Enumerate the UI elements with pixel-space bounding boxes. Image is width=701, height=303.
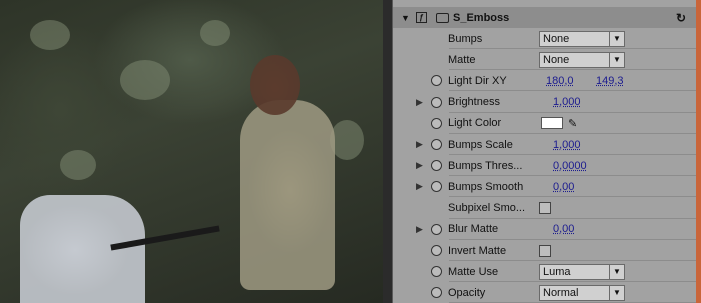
chevron-down-icon: ▼ — [609, 52, 624, 67]
param-label: Bumps Smooth — [448, 180, 524, 193]
stopwatch-icon[interactable] — [431, 266, 442, 278]
param-value[interactable]: 0,00 — [553, 223, 574, 235]
twirl-open-icon[interactable]: ▼ — [401, 13, 410, 23]
param-row: Light Color ✎ — [393, 113, 696, 134]
stopwatch-icon[interactable] — [431, 223, 442, 235]
effect-icon — [436, 12, 449, 23]
color-swatch[interactable] — [541, 117, 563, 130]
effect-name: S_Emboss — [453, 11, 510, 24]
param-label: Subpixel Smo... — [448, 202, 526, 215]
stroller — [20, 195, 145, 303]
param-label: Bumps Scale — [448, 138, 513, 151]
param-value-x[interactable]: 180,0 — [546, 75, 574, 87]
select-value: None — [543, 32, 570, 45]
param-checkbox[interactable] — [539, 202, 551, 215]
param-value[interactable]: 0,00 — [553, 181, 574, 193]
stopwatch-icon[interactable] — [431, 96, 442, 108]
foliage — [200, 20, 230, 46]
twirl-icon[interactable]: ▶ — [416, 160, 423, 171]
stopwatch-icon[interactable] — [431, 287, 442, 299]
stopwatch-icon[interactable] — [431, 139, 442, 150]
param-row: ▶ Bumps Smooth 0,00 — [393, 176, 696, 197]
param-select[interactable]: Normal ▼ — [539, 284, 625, 301]
param-label: Invert Matte — [448, 244, 507, 257]
param-row: Matte None ▼ — [393, 49, 696, 70]
fx-toggle-icon[interactable]: ƒ — [416, 12, 427, 23]
param-row: Light Dir XY 180,0 149,3 — [393, 70, 696, 91]
param-label: Bumps Thres... — [448, 159, 523, 172]
chevron-down-icon: ▼ — [609, 285, 624, 300]
param-label: Opacity — [448, 286, 486, 299]
param-row: ▶ Bumps Thres... 0,0000 — [393, 155, 696, 176]
param-row: Bumps None ▼ — [393, 28, 696, 49]
param-select[interactable]: None ▼ — [539, 30, 625, 47]
stopwatch-icon[interactable] — [431, 75, 442, 87]
stopwatch-icon[interactable] — [431, 160, 442, 172]
param-value[interactable]: 0,0000 — [553, 160, 587, 172]
stopwatch-icon[interactable] — [431, 181, 442, 193]
param-row: Subpixel Smo... — [393, 198, 696, 219]
eyedropper-icon[interactable]: ✎ — [568, 117, 577, 130]
foliage — [60, 150, 96, 180]
stopwatch-icon[interactable] — [431, 245, 442, 256]
param-label: Light Color — [448, 117, 502, 130]
param-checkbox[interactable] — [539, 244, 551, 257]
foliage — [30, 20, 70, 50]
panel-scrollbar[interactable] — [696, 0, 701, 303]
viewer-divider[interactable] — [383, 0, 393, 303]
twirl-icon[interactable]: ▶ — [416, 97, 423, 108]
chevron-down-icon: ▼ — [609, 31, 624, 46]
param-row: Matte Use Luma ▼ — [393, 261, 696, 282]
param-label: Brightness — [448, 96, 500, 109]
composition-viewer[interactable] — [0, 0, 383, 303]
param-label: Light Dir XY — [448, 74, 507, 87]
twirl-icon[interactable]: ▶ — [416, 181, 423, 192]
param-select[interactable]: Luma ▼ — [539, 263, 625, 280]
twirl-icon[interactable]: ▶ — [416, 139, 423, 150]
param-row: ▶ Brightness 1,000 — [393, 92, 696, 113]
param-label: Matte — [448, 53, 476, 66]
param-value[interactable]: 1,000 — [553, 96, 581, 108]
param-label: Bumps — [448, 32, 483, 45]
select-value: Normal — [543, 286, 579, 299]
param-value[interactable]: 1,000 — [553, 139, 581, 151]
param-value-y[interactable]: 149,3 — [596, 75, 624, 87]
foliage — [330, 120, 364, 160]
param-label: Matte Use — [448, 265, 499, 278]
reset-icon[interactable]: ↻ — [676, 11, 686, 25]
effect-controls-panel: ▼ ƒ S_Emboss ↻ Bumps None ▼ Matte None ▼ Light… — [393, 0, 696, 303]
twirl-icon[interactable]: ▶ — [416, 224, 423, 235]
select-value: Luma — [543, 265, 571, 278]
select-value: None — [543, 53, 570, 66]
stopwatch-icon[interactable] — [431, 117, 442, 129]
param-label: Blur Matte — [448, 223, 499, 236]
foliage — [120, 60, 170, 100]
param-row: Opacity Normal ▼ — [393, 282, 696, 303]
param-row: ▶ Blur Matte 0,00 — [393, 219, 696, 240]
param-select[interactable]: None ▼ — [539, 51, 625, 68]
param-row: ▶ Bumps Scale 1,000 — [393, 134, 696, 155]
param-row: Invert Matte — [393, 240, 696, 261]
person-head — [250, 55, 300, 115]
effect-header[interactable]: ▼ ƒ S_Emboss ↻ — [393, 7, 696, 28]
person-figure — [240, 100, 335, 290]
chevron-down-icon: ▼ — [609, 264, 624, 279]
